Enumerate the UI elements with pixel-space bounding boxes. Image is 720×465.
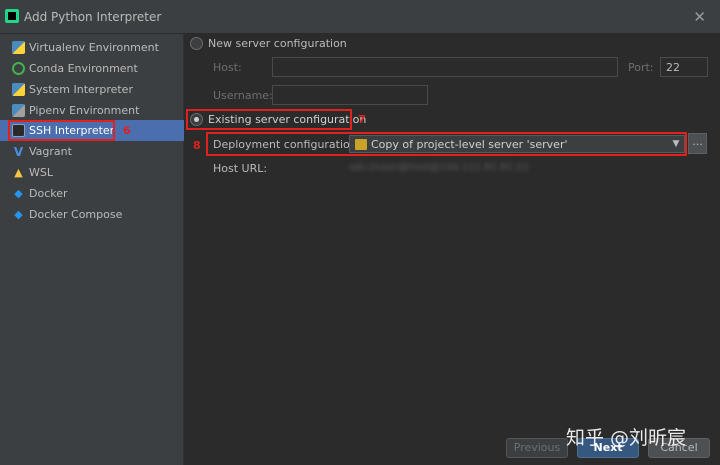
vagrant-icon: V (13, 145, 24, 159)
title-bar: Add Python Interpreter ✕ (0, 0, 720, 34)
sidebar-item-label: Docker Compose (29, 208, 123, 221)
pipenv-icon (12, 104, 25, 117)
annotation-number-7: 7 (358, 113, 366, 126)
host-label: Host: (213, 61, 242, 74)
host-input[interactable] (272, 57, 618, 77)
deployment-label: Deployment configuration: (213, 138, 361, 151)
server-config-icon (355, 138, 367, 150)
interpreter-type-sidebar: Virtualenv Environment Conda Environment… (0, 34, 184, 465)
sidebar-item-wsl[interactable]: ▲ WSL (0, 162, 184, 183)
sidebar-item-label: System Interpreter (29, 83, 133, 96)
sidebar-item-label: Vagrant (29, 145, 72, 158)
chevron-down-icon: ▼ (672, 139, 680, 149)
existing-server-radio[interactable] (190, 113, 203, 126)
host-url-value: sdc://user@host@100.111.81.81:22 (349, 162, 529, 173)
username-input[interactable] (272, 85, 428, 105)
new-server-radio[interactable] (190, 37, 203, 50)
annotation-number-6: 6 (123, 124, 131, 137)
close-icon[interactable]: ✕ (693, 8, 706, 26)
virtualenv-icon (12, 41, 25, 54)
sidebar-item-vagrant[interactable]: V Vagrant (0, 141, 184, 162)
docker-compose-icon: ◆ (14, 208, 23, 221)
sidebar-item-label: Conda Environment (29, 62, 138, 75)
sidebar-item-conda[interactable]: Conda Environment (0, 58, 184, 79)
username-label: Username: (213, 89, 273, 102)
deployment-config-dropdown[interactable]: Copy of project-level server 'server' ▼ (349, 135, 685, 153)
host-url-label: Host URL: (213, 162, 268, 175)
wsl-penguin-icon: ▲ (14, 166, 23, 179)
sidebar-item-label: Virtualenv Environment (29, 41, 159, 54)
docker-icon: ◆ (14, 187, 23, 200)
conda-icon (12, 62, 25, 75)
previous-button[interactable]: Previous (506, 438, 568, 458)
port-input[interactable] (660, 57, 708, 77)
annotation-number-8: 8 (193, 139, 201, 152)
pycharm-icon (5, 9, 19, 23)
sidebar-item-virtualenv[interactable]: Virtualenv Environment (0, 37, 184, 58)
sidebar-item-pipenv[interactable]: Pipenv Environment (0, 100, 184, 121)
sidebar-item-system[interactable]: System Interpreter (0, 79, 184, 100)
sidebar-item-label: WSL (29, 166, 53, 179)
sidebar-item-label: SSH Interpreter (29, 124, 115, 137)
sidebar-item-docker-compose[interactable]: ◆ Docker Compose (0, 204, 184, 225)
watermark: 知乎 @刘昕宸 (566, 427, 687, 449)
sidebar-item-docker[interactable]: ◆ Docker (0, 183, 184, 204)
window-title: Add Python Interpreter (24, 10, 162, 24)
deployment-config-value: Copy of project-level server 'server' (371, 137, 568, 151)
sidebar-item-label: Docker (29, 187, 68, 200)
sidebar-item-ssh[interactable]: SSH Interpreter (0, 120, 184, 141)
browse-deployment-button[interactable]: ... (688, 133, 707, 154)
existing-server-label: Existing server configuration (208, 113, 367, 126)
ssh-terminal-icon (12, 124, 25, 137)
python-icon (12, 83, 25, 96)
port-label: Port: (628, 61, 654, 74)
sidebar-item-label: Pipenv Environment (29, 104, 140, 117)
new-server-label: New server configuration (208, 37, 347, 50)
